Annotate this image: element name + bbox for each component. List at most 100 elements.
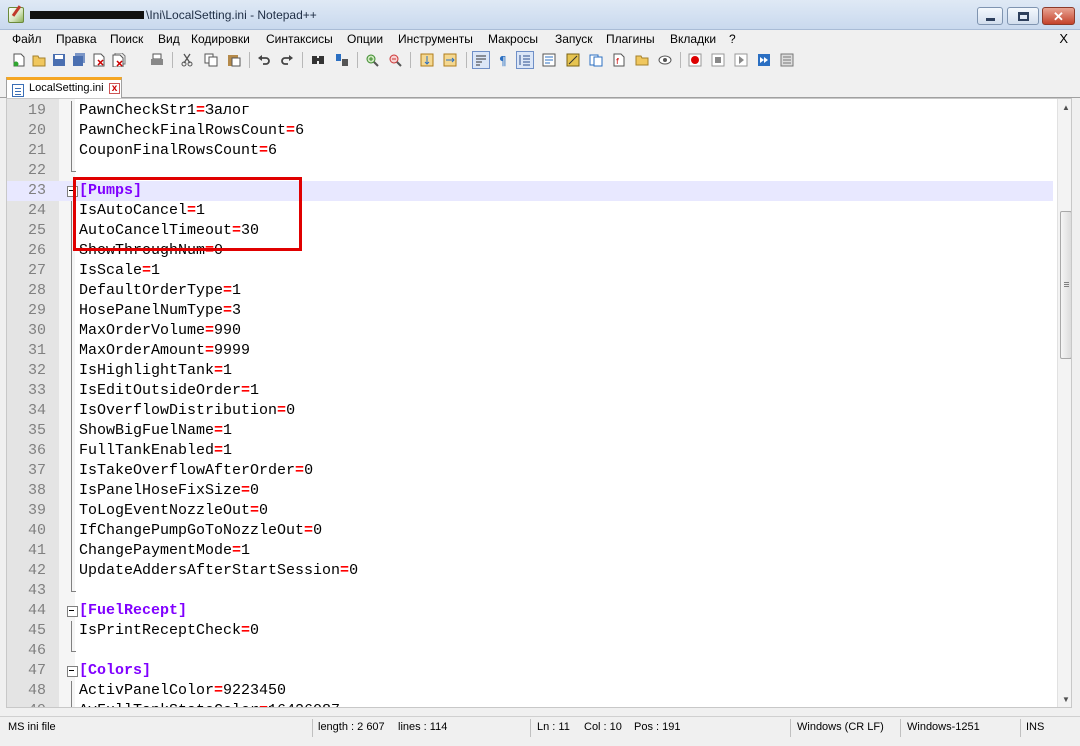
zoom-in-button[interactable] <box>363 51 381 69</box>
scroll-down-arrow[interactable]: ▼ <box>1058 691 1071 707</box>
equals-operator: = <box>250 502 260 519</box>
setting-value: 0 <box>250 622 260 639</box>
word-wrap-button[interactable] <box>472 51 490 69</box>
code-line[interactable]: 31 MaxOrderAmount=9999 <box>7 341 1053 361</box>
vertical-scrollbar[interactable]: ▲ ▼ <box>1057 99 1071 707</box>
code-line[interactable]: 37 IsTakeOverflowAfterOrder=0 <box>7 461 1053 481</box>
code-line[interactable]: 46 <box>7 641 1053 661</box>
user-language-button[interactable] <box>540 51 558 69</box>
find-button[interactable] <box>309 51 327 69</box>
section-line[interactable]: 44 [FuelRecept] <box>7 601 1053 621</box>
code-line[interactable]: 35 ShowBigFuelName=1 <box>7 421 1053 441</box>
code-line[interactable]: 24 IsAutoCancel=1 <box>7 201 1053 221</box>
function-list-button[interactable] <box>587 51 605 69</box>
menu-help[interactable]: ? <box>729 32 736 46</box>
close-document-x[interactable]: X <box>1059 31 1068 46</box>
menu-search[interactable]: Поиск <box>110 32 143 46</box>
code-line[interactable]: 34 IsOverflowDistribution=0 <box>7 401 1053 421</box>
record-macro-button[interactable] <box>686 51 704 69</box>
monitoring-button[interactable] <box>656 51 674 69</box>
notepad-plus-plus-icon[interactable] <box>8 7 24 23</box>
code-line[interactable]: 19 PawnCheckStr1=Залог <box>7 101 1053 121</box>
minimize-button[interactable] <box>977 7 1003 25</box>
line-number: 47 <box>27 662 46 679</box>
copy-button[interactable] <box>202 51 220 69</box>
code-line[interactable]: 42 UpdateAddersAfterStartSession=0 <box>7 561 1053 581</box>
new-file-button[interactable] <box>10 51 28 69</box>
open-file-button[interactable] <box>30 51 48 69</box>
tab-close-button[interactable]: x <box>109 83 120 94</box>
close-icon: ✕ <box>1053 8 1064 24</box>
code-line[interactable]: 21 CouponFinalRowsCount=6 <box>7 141 1053 161</box>
code-line[interactable]: 49 AvFullTankStateColor=16426087 <box>7 701 1053 707</box>
scroll-up-arrow[interactable]: ▲ <box>1058 99 1071 115</box>
save-macro-button[interactable] <box>778 51 796 69</box>
code-line[interactable]: 20 PawnCheckFinalRowsCount=6 <box>7 121 1053 141</box>
play-macro-button[interactable] <box>732 51 750 69</box>
setting-value: 1 <box>241 542 251 559</box>
code-line[interactable]: 41 ChangePaymentMode=1 <box>7 541 1053 561</box>
run-macro-multiple-button[interactable] <box>755 51 773 69</box>
code-line[interactable]: 33 IsEditOutsideOrder=1 <box>7 381 1053 401</box>
tab-localsetting-ini[interactable]: LocalSetting.ini x <box>6 77 122 99</box>
code-line[interactable]: 22 <box>7 161 1053 181</box>
folder-workspace-button[interactable]: f <box>610 51 628 69</box>
section-line[interactable]: 23 [Pumps] <box>7 181 1053 201</box>
code-line[interactable]: 27 IsScale=1 <box>7 261 1053 281</box>
stop-macro-button[interactable] <box>709 51 727 69</box>
close-all-button[interactable] <box>110 51 128 69</box>
menu-file[interactable]: Файл <box>12 32 42 46</box>
code-line[interactable]: 38 IsPanelHoseFixSize=0 <box>7 481 1053 501</box>
maximize-button[interactable] <box>1007 7 1039 25</box>
undo-button[interactable] <box>255 51 273 69</box>
replace-button[interactable] <box>333 51 351 69</box>
fold-toggle-icon[interactable] <box>66 181 78 201</box>
redo-button[interactable] <box>278 51 296 69</box>
scroll-thumb[interactable] <box>1060 211 1071 359</box>
fold-toggle-icon[interactable] <box>66 661 78 681</box>
sync-horizontal-button[interactable] <box>441 51 459 69</box>
menu-macro[interactable]: Макросы <box>488 32 538 46</box>
menu-syntax[interactable]: Синтаксисы <box>266 32 333 46</box>
open-folder-button[interactable] <box>633 51 651 69</box>
save-all-button[interactable] <box>70 51 88 69</box>
code-line[interactable]: 36 FullTankEnabled=1 <box>7 441 1053 461</box>
code-line[interactable]: 45 IsPrintReceptCheck=0 <box>7 621 1053 641</box>
show-all-chars-button[interactable]: ¶ <box>494 51 512 69</box>
close-button[interactable]: ✕ <box>1042 7 1075 25</box>
status-eol[interactable]: Windows (CR LF) <box>797 717 884 739</box>
menu-plugins[interactable]: Плагины <box>606 32 655 46</box>
equals-operator: = <box>277 402 287 419</box>
fold-toggle-icon[interactable] <box>66 601 78 621</box>
zoom-out-button[interactable] <box>386 51 404 69</box>
print-button[interactable] <box>148 51 166 69</box>
menu-run[interactable]: Запуск <box>555 32 593 46</box>
code-line[interactable]: 32 IsHighlightTank=1 <box>7 361 1053 381</box>
indent-guide-button[interactable] <box>516 51 534 69</box>
sync-vertical-button[interactable] <box>418 51 436 69</box>
document-map-button[interactable] <box>564 51 582 69</box>
menu-encoding[interactable]: Кодировки <box>191 32 250 46</box>
code-line[interactable]: 26 ShowThroughNum=0 <box>7 241 1053 261</box>
menu-view[interactable]: Вид <box>158 32 180 46</box>
code-line[interactable]: 29 HosePanelNumType=3 <box>7 301 1053 321</box>
paste-button[interactable] <box>225 51 243 69</box>
close-file-button[interactable] <box>90 51 108 69</box>
section-line[interactable]: 47 [Colors] <box>7 661 1053 681</box>
setting-value: 1 <box>232 282 242 299</box>
code-line[interactable]: 30 MaxOrderVolume=990 <box>7 321 1053 341</box>
code-line[interactable]: 48 ActivPanelColor=9223450 <box>7 681 1053 701</box>
menu-tools[interactable]: Инструменты <box>398 32 473 46</box>
menu-tabs[interactable]: Вкладки <box>670 32 716 46</box>
text-area[interactable]: 19 PawnCheckStr1=Залог 20 PawnCheckFinalRow… <box>7 101 1053 707</box>
code-line[interactable]: 25 AutoCancelTimeout=30 <box>7 221 1053 241</box>
save-button[interactable] <box>50 51 68 69</box>
code-line[interactable]: 43 <box>7 581 1053 601</box>
menu-edit[interactable]: Правка <box>56 32 97 46</box>
code-line[interactable]: 28 DefaultOrderType=1 <box>7 281 1053 301</box>
editor[interactable]: 19 PawnCheckStr1=Залог 20 PawnCheckFinalRow… <box>6 98 1072 708</box>
code-line[interactable]: 40 IfChangePumpGoToNozzleOut=0 <box>7 521 1053 541</box>
cut-button[interactable] <box>178 51 196 69</box>
menu-options[interactable]: Опции <box>347 32 383 46</box>
code-line[interactable]: 39 ToLogEventNozzleOut=0 <box>7 501 1053 521</box>
